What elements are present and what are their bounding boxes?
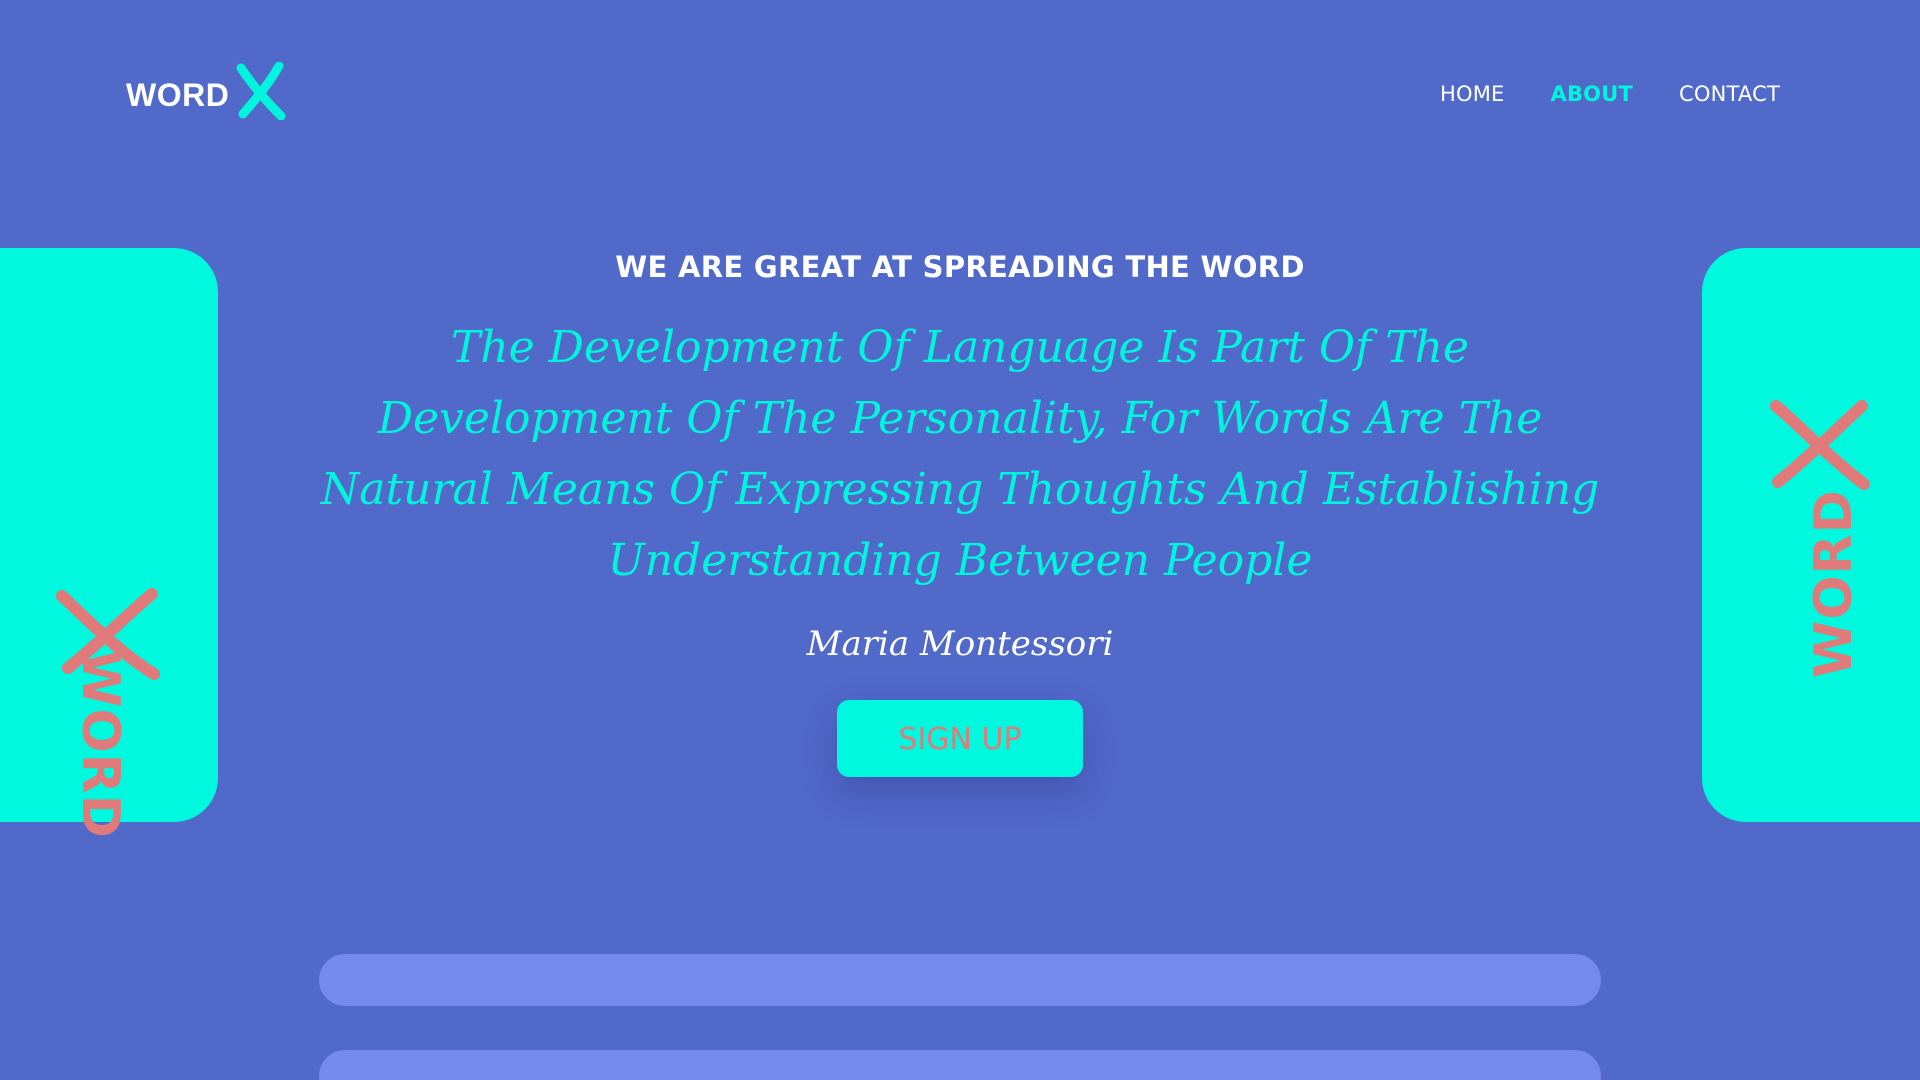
sign-up-button[interactable]: SIGN UP	[837, 700, 1083, 777]
logo[interactable]: WORD	[126, 62, 289, 120]
logo-word: WORD	[126, 76, 230, 113]
content-bar-1	[319, 954, 1601, 1006]
quote-author: Maria Montessori	[806, 624, 1114, 664]
hero-quote: The Development Of Language Is Part Of T…	[320, 322, 1600, 586]
nav-about[interactable]: ABOUT	[1551, 82, 1634, 106]
main-nav: HOME ABOUT CONTACT	[1440, 82, 1780, 106]
nav-contact[interactable]: CONTACT	[1679, 82, 1780, 106]
hero-section: WE ARE GREAT AT SPREADING THE WORD The D…	[0, 250, 1920, 777]
page: WORD HOME ABOUT CONTACT WORD WORD WE ARE…	[0, 0, 1920, 1080]
hero-eyebrow: WE ARE GREAT AT SPREADING THE WORD	[615, 250, 1305, 284]
content-bar-2	[319, 1050, 1601, 1080]
logo-x-icon	[233, 62, 289, 120]
nav-home[interactable]: HOME	[1440, 82, 1505, 106]
